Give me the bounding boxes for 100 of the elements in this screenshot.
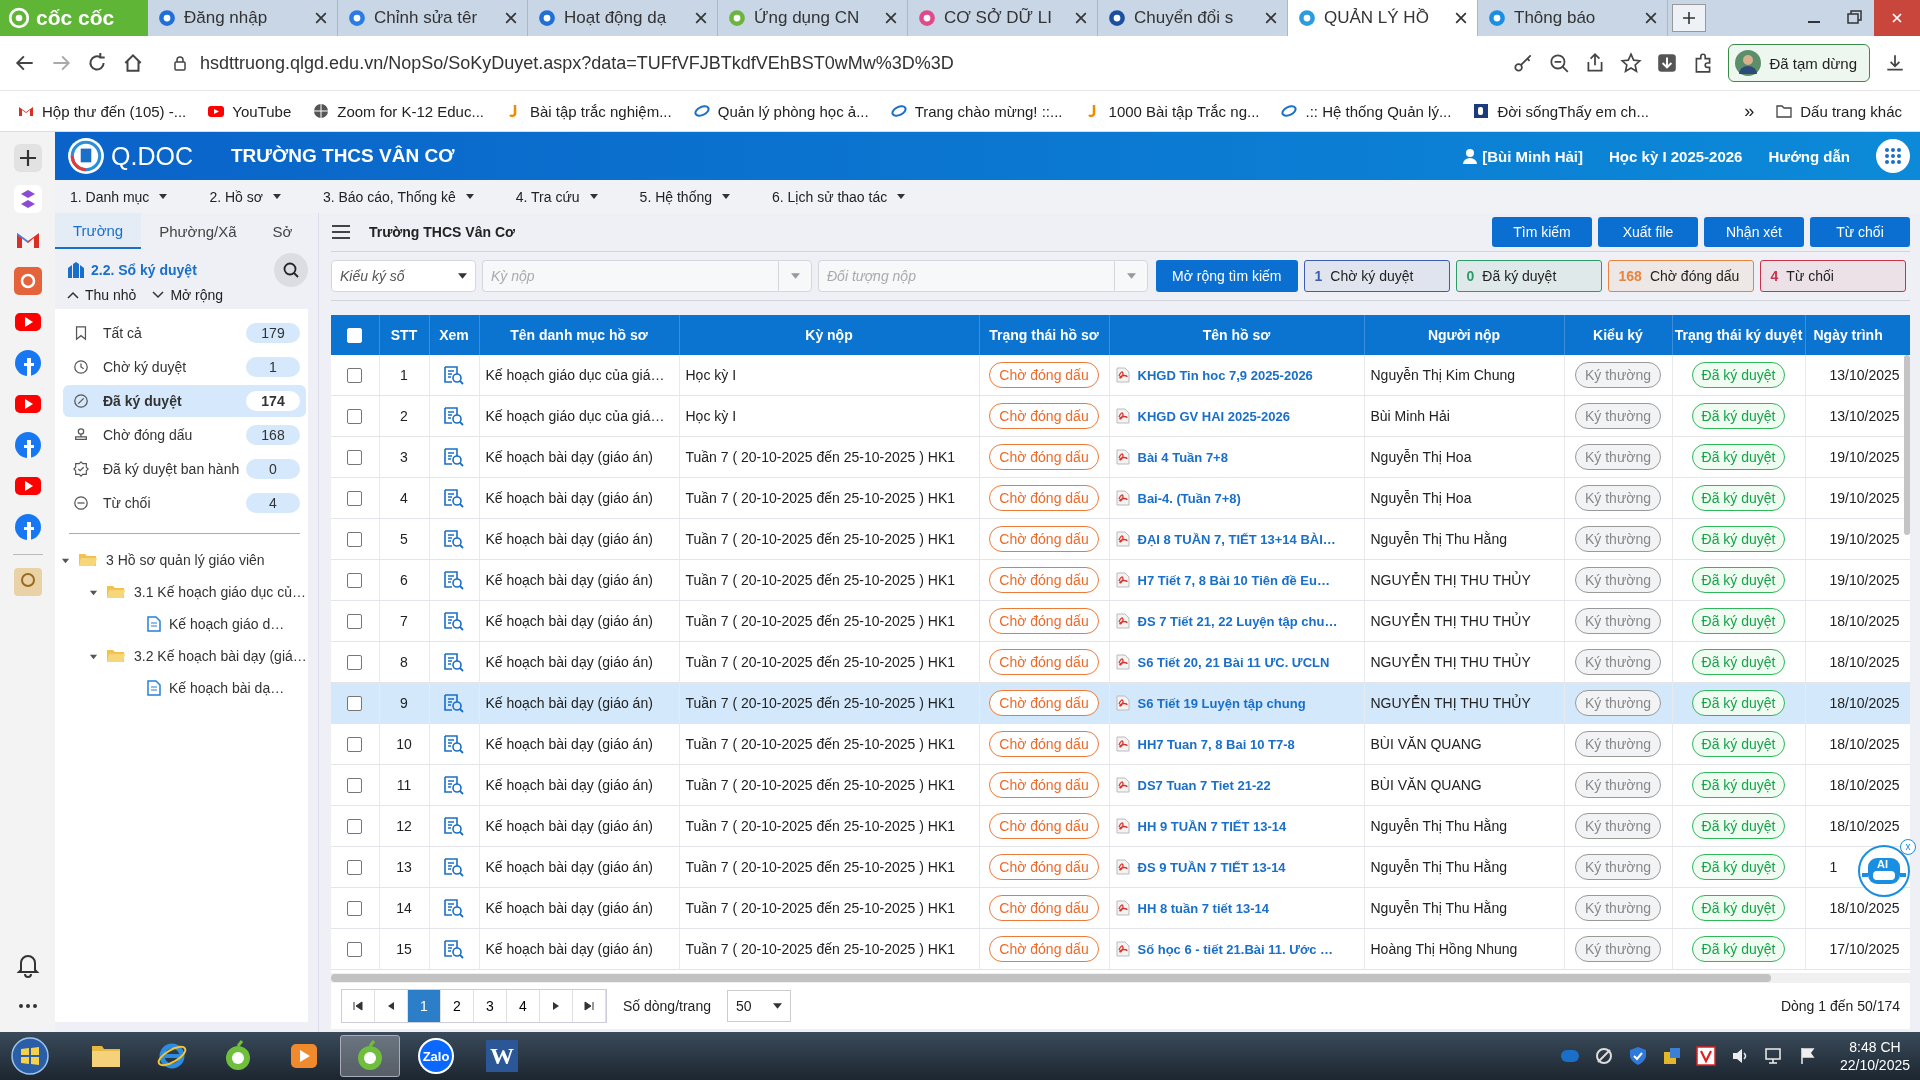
file-link[interactable]: KHGD Tin hoc 7,9 2025-2026 xyxy=(1137,367,1313,383)
row-checkbox[interactable] xyxy=(347,860,363,876)
round-app-icon[interactable] xyxy=(13,513,42,541)
tree-item[interactable]: Kế hoạch bài dạ… xyxy=(55,672,308,704)
bookmark[interactable]: .:: Hệ thống Quản lý... xyxy=(1281,102,1452,120)
status-counter[interactable]: 4 Từ chối xyxy=(1759,260,1906,292)
table-row[interactable]: 10 Kế hoạch bài dạy (giáo án) Tuần 7 ( 20-10-2025 đến 25-10-2025 ) HK1 Chờ đóng dấu HH7 Tuan 7, 8 Bai 10 T7-8 BÙI VĂN QUANG Ký thường Đã ký duyệt 18/10/2025 xyxy=(331,723,1910,765)
panel-tab[interactable]: Sở xyxy=(254,213,311,249)
action-button[interactable]: Xuất file xyxy=(1598,217,1698,247)
browser-tab[interactable]: CƠ SỞ DỮ LI xyxy=(908,0,1098,36)
bookmark[interactable]: Bài tập trắc nghiệm... xyxy=(505,102,672,120)
help-link[interactable]: Hướng dẫn xyxy=(1768,147,1850,165)
network-icon[interactable] xyxy=(1763,1046,1784,1066)
view-icon[interactable] xyxy=(443,447,465,467)
scrollbar[interactable] xyxy=(331,974,1771,982)
start-button[interactable] xyxy=(10,1036,50,1076)
tray-icon[interactable] xyxy=(1695,1046,1716,1066)
row-checkbox[interactable] xyxy=(347,532,363,548)
browser-tab[interactable]: Ứng dụng CN xyxy=(718,0,908,36)
table-row[interactable]: 7 Kế hoạch bài dạy (giáo án) Tuần 7 ( 20-10-2025 đến 25-10-2025 ) HK1 Chờ đóng dấu ĐS 7 Tiết 21, 22 Luyện tập chu… NGUYỄN THỊ THU THỦY Ký thường Đã ký duyệt 18/10/2025 xyxy=(331,600,1910,642)
menu-item[interactable]: 5. Hệ thống xyxy=(639,188,730,205)
period-field[interactable]: Kỳ nộp xyxy=(482,260,778,292)
status-filter-item[interactable]: Đã ký duyệt ban hành 0 xyxy=(63,453,306,485)
app-icon[interactable] xyxy=(13,185,42,213)
menu-item[interactable]: 2. Hồ sơ xyxy=(209,188,281,205)
table-row[interactable]: 11 Kế hoạch bài dạy (giáo án) Tuần 7 ( 20-10-2025 đến 25-10-2025 ) HK1 Chờ đóng dấu DS7 Tuan 7 Tiet 21-22 BÙI VĂN QUANG Ký thường Đã ký duyệt 18/10/2025 xyxy=(331,764,1910,806)
scrollbar[interactable] xyxy=(1904,355,1910,535)
page-size-select[interactable]: 50 xyxy=(726,990,791,1022)
panel-tab[interactable]: Trường xyxy=(55,213,142,249)
other-bookmarks[interactable]: Dấu trang khác xyxy=(1776,102,1902,120)
row-checkbox[interactable] xyxy=(347,573,363,589)
row-checkbox[interactable] xyxy=(347,737,363,753)
file-link[interactable]: ĐS 9 TUẦN 7 TIẾT 13-14 xyxy=(1137,859,1286,875)
browser-tab[interactable]: Đăng nhập xyxy=(148,0,338,36)
menu-item[interactable]: 3. Báo cáo, Thống kê xyxy=(322,188,474,205)
table-row[interactable]: 1 Kế hoạch giáo dục của giá… Học kỳ I Chờ đóng dấu KHGD Tin hoc 7,9 2025-2026 Nguyễn Thị Kim Chung Ký thường Đã ký duyệt 13/10/2025 xyxy=(331,355,1910,396)
apps-grid-icon[interactable] xyxy=(1876,139,1910,173)
view-icon[interactable] xyxy=(443,652,465,672)
logo-icon[interactable] xyxy=(67,137,105,175)
zoom-out-icon[interactable] xyxy=(1548,52,1571,74)
profile-button[interactable]: Đã tạm dừng xyxy=(1728,44,1870,82)
tree-item[interactable]: 3.2 Kế hoạch bài dạy (giá… xyxy=(55,640,308,672)
row-checkbox[interactable] xyxy=(347,409,363,425)
browser-tab[interactable]: Chỉnh sửa têr xyxy=(338,0,528,36)
tree-item[interactable]: 3.1 Kế hoạch giáo dục củ… xyxy=(55,576,308,608)
taskbar-app[interactable] xyxy=(340,1035,400,1077)
browser-tab[interactable]: QUẢN LÝ HỒ xyxy=(1288,0,1478,36)
status-counter[interactable]: 1 Chờ ký duyệt xyxy=(1303,260,1450,292)
close-icon[interactable] xyxy=(1075,12,1087,24)
view-icon[interactable] xyxy=(443,939,465,959)
file-link[interactable]: ĐS 7 Tiết 21, 22 Luyện tập chu… xyxy=(1137,613,1338,629)
bookmark[interactable]: 1000 Bài tập Trắc ng... xyxy=(1084,102,1260,120)
menu-icon[interactable] xyxy=(331,224,351,240)
row-checkbox[interactable] xyxy=(347,942,363,958)
row-checkbox[interactable] xyxy=(347,696,363,712)
table-row[interactable]: 4 Kế hoạch bài dạy (giáo án) Tuần 7 ( 20-10-2025 đến 25-10-2025 ) HK1 Chờ đóng dấu Bai-4. (Tuần 7+8) Nguyễn Thị Hoa Ký thường Đã ký duyệt 19/10/2025 xyxy=(331,477,1910,519)
status-filter-item[interactable]: Đã ký duyệt 174 xyxy=(63,385,306,417)
home-icon[interactable] xyxy=(122,52,144,74)
close-icon[interactable] xyxy=(505,12,517,24)
status-filter-item[interactable]: Tất cả 179 xyxy=(63,317,306,349)
reload-icon[interactable] xyxy=(86,52,108,74)
bookmark[interactable]: Quản lý phòng học ả... xyxy=(693,102,869,120)
row-checkbox[interactable] xyxy=(347,614,363,630)
panel-tab[interactable]: Phường/Xã xyxy=(141,213,255,249)
file-link[interactable]: S6 Tiết 20, 21 Bài 11 ƯC. ƯCLN xyxy=(1137,654,1330,670)
tray-icon[interactable] xyxy=(1593,1046,1614,1066)
sign-type-select[interactable]: Kiểu ký số xyxy=(331,260,476,292)
tree-item[interactable]: Kế hoạch giáo d… xyxy=(55,608,308,640)
view-icon[interactable] xyxy=(443,816,465,836)
round-app-icon[interactable] xyxy=(13,349,42,377)
view-icon[interactable] xyxy=(443,775,465,795)
view-icon[interactable] xyxy=(443,898,465,918)
address-field[interactable]: hsdttruong.qlgd.edu.vn/NopSo/SoKyDuyet.aspx?data=TUFfVFJBTkdfVEhBST0wMw%3D%3D xyxy=(158,44,1499,82)
menu-item[interactable]: 1. Danh mục xyxy=(70,188,168,205)
shield-icon[interactable] xyxy=(1627,1046,1648,1066)
term-label[interactable]: Học kỳ I 2025-2026 xyxy=(1609,147,1743,165)
row-checkbox[interactable] xyxy=(347,819,363,835)
round-app-icon[interactable] xyxy=(13,431,42,459)
table-row[interactable]: 5 Kế hoạch bài dạy (giáo án) Tuần 7 ( 20-10-2025 đến 25-10-2025 ) HK1 Chờ đóng dấu ĐẠI 8 TUẦN 7, TIẾT 13+14 BÀI… Nguyễn Thị Thu Hằng Ký thường Đã ký duyệt 19/10/2025 xyxy=(331,518,1910,560)
user-name[interactable]: [Bùi Minh Hải] xyxy=(1482,147,1584,165)
view-icon[interactable] xyxy=(443,734,465,754)
status-filter-item[interactable]: Chờ đóng dấu 168 xyxy=(63,419,306,451)
view-icon[interactable] xyxy=(443,693,465,713)
table-row[interactable]: 15 Kế hoạch bài dạy (giáo án) Tuần 7 ( 20-10-2025 đến 25-10-2025 ) HK1 Chờ đóng dấu Số học 6 - tiết 21.Bài 11. Ước … Hoàng Thị Hồng Nhung Ký thường Đã ký duyệt 17/10/2025 xyxy=(331,928,1910,970)
close-icon[interactable] xyxy=(885,12,897,24)
close-icon[interactable] xyxy=(1455,12,1467,24)
app-icon[interactable] xyxy=(13,568,42,596)
row-checkbox[interactable] xyxy=(347,450,363,466)
close-icon[interactable] xyxy=(695,12,707,24)
clock[interactable]: 8:48 CH 22/10/2025 xyxy=(1839,1037,1910,1075)
status-counter[interactable]: 168 Chờ đóng dấu xyxy=(1607,260,1754,292)
file-link[interactable]: HH7 Tuan 7, 8 Bai 10 T7-8 xyxy=(1137,736,1295,752)
download-icon[interactable] xyxy=(1656,52,1679,74)
select-all-checkbox[interactable] xyxy=(347,328,363,344)
file-link[interactable]: KHGD GV HAI 2025-2026 xyxy=(1137,408,1290,424)
action-button[interactable]: Tìm kiếm xyxy=(1492,217,1592,247)
table-row[interactable]: 9 Kế hoạch bài dạy (giáo án) Tuần 7 ( 20-10-2025 đến 25-10-2025 ) HK1 Chờ đóng dấu S6 Tiết 19 Luyện tập chung NGUYỄN THỊ THU THỦY Ký thường Đã ký duyệt 18/10/2025 xyxy=(331,682,1910,724)
tree-item[interactable]: 3 Hồ sơ quản lý giáo viên xyxy=(55,544,308,576)
menu-item[interactable]: 6. Lịch sử thao tác xyxy=(772,188,906,205)
expand-search-button[interactable]: Mở rộng tìm kiếm xyxy=(1156,260,1298,292)
